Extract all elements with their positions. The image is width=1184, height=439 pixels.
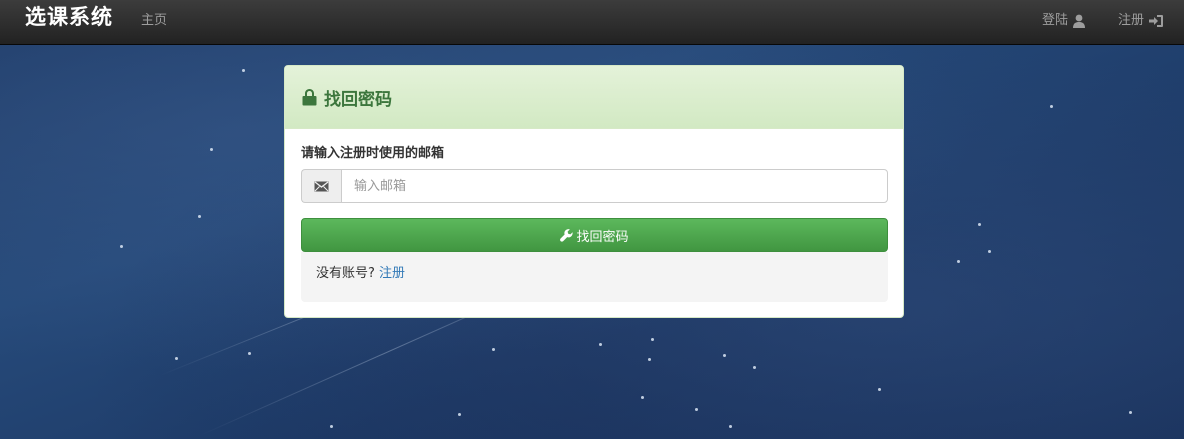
envelope-icon	[314, 180, 329, 191]
email-label: 请输入注册时使用的邮箱	[301, 146, 445, 161]
nav-register-link[interactable]: 注册	[1118, 12, 1164, 30]
nav-login-label: 登陆	[1042, 13, 1069, 28]
recover-password-button[interactable]: 找回密码	[301, 218, 888, 252]
recover-password-button-label: 找回密码	[576, 229, 629, 245]
panel-heading: 找回密码	[285, 66, 903, 129]
lock-icon	[302, 89, 317, 106]
panel-title: 找回密码	[324, 89, 392, 110]
register-prompt: 没有账号? 注册	[301, 252, 888, 302]
email-input[interactable]	[341, 169, 888, 203]
nav-login-link[interactable]: 登陆	[1042, 12, 1086, 30]
brand-title[interactable]: 选课系统	[25, 4, 113, 30]
sign-in-icon	[1149, 15, 1164, 27]
recover-password-panel: 找回密码 请输入注册时使用的邮箱 找回密码 没有账号? 注册	[284, 65, 904, 318]
register-link[interactable]: 注册	[379, 266, 405, 281]
top-navbar: 选课系统 主页 登陆 注册	[0, 0, 1184, 45]
no-account-text: 没有账号?	[316, 266, 375, 281]
wrench-icon	[560, 228, 574, 242]
email-input-group	[301, 169, 888, 203]
user-icon	[1073, 14, 1086, 28]
nav-home-link[interactable]: 主页	[141, 13, 167, 29]
email-addon	[301, 169, 341, 203]
nav-register-label: 注册	[1118, 13, 1145, 28]
